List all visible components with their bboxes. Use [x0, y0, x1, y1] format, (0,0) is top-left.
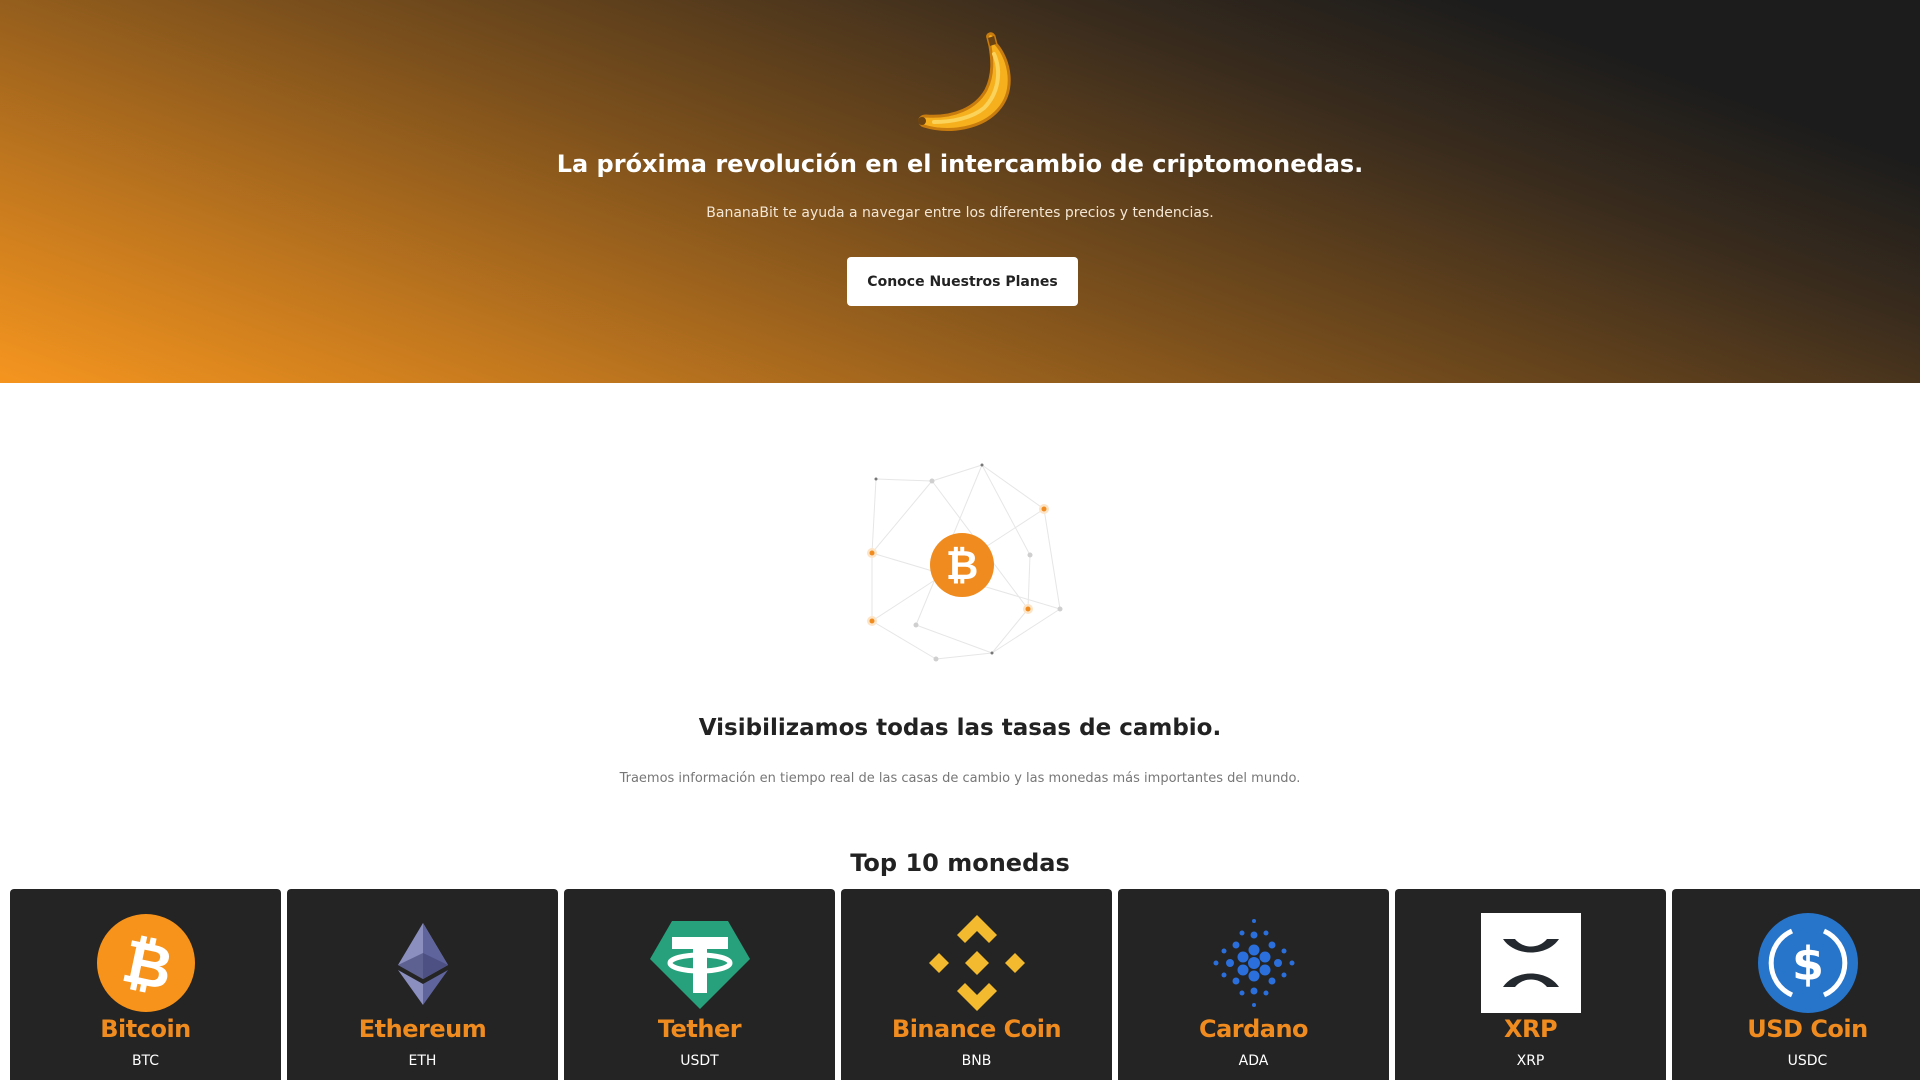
coin-name: Tether	[657, 1015, 742, 1043]
tether-icon	[650, 921, 750, 1009]
svg-text:₿: ₿	[946, 543, 979, 589]
coin-card-usd-coin[interactable]: $ USD Coin USDC	[1672, 889, 1920, 1080]
xrp-icon	[1481, 913, 1581, 1013]
coin-symbol: XRP	[1516, 1053, 1545, 1069]
plans-button[interactable]: Conoce Nuestros Planes	[847, 257, 1078, 306]
top-coins-title: Top 10 monedas	[850, 849, 1070, 877]
coin-card-bitcoin[interactable]: ₿ Bitcoin BTC	[10, 889, 281, 1080]
coin-symbol: ETH	[408, 1053, 437, 1069]
hero-title: La próxima revolución en el intercambio …	[556, 150, 1364, 178]
binance-icon	[929, 915, 1025, 1011]
coin-symbol: BNB	[961, 1053, 992, 1069]
usdc-icon: $	[1758, 913, 1858, 1013]
coin-name: Ethereum	[358, 1015, 487, 1043]
coin-symbol: USDC	[1787, 1053, 1828, 1069]
bitcoin-network-icon: ₿	[867, 463, 1063, 662]
coin-name: Cardano	[1198, 1015, 1309, 1043]
coin-card-xrp[interactable]: XRP XRP	[1395, 889, 1666, 1080]
coin-symbol: ADA	[1238, 1053, 1269, 1069]
coin-name: Binance Coin	[891, 1015, 1062, 1043]
hero-subtitle: BananaBit te ayuda a navegar entre los d…	[706, 205, 1214, 221]
cardano-icon	[1213, 919, 1295, 1007]
bitcoin-icon: ₿	[97, 914, 195, 1012]
coin-symbol: USDT	[680, 1053, 719, 1069]
coin-card-binance-coin[interactable]: Binance Coin BNB	[841, 889, 1112, 1080]
exchange-rates-title: Visibilizamos todas las tasas de cambio.	[698, 715, 1222, 741]
coin-name: XRP	[1503, 1015, 1558, 1043]
svg-text:$: $	[1792, 937, 1824, 991]
coin-list: ₿ Bitcoin BTC Ethereum ETH Tether USDT B…	[10, 889, 1920, 1080]
ethereum-icon	[398, 923, 448, 1005]
banana-icon	[918, 32, 1011, 131]
coin-name: USD Coin	[1747, 1015, 1868, 1043]
coin-card-tether[interactable]: Tether USDT	[564, 889, 835, 1080]
coin-card-cardano[interactable]: Cardano ADA	[1118, 889, 1389, 1080]
coin-card-ethereum[interactable]: Ethereum ETH	[287, 889, 558, 1080]
exchange-rates-text: Traemos información en tiempo real de la…	[619, 771, 1301, 786]
coin-symbol: BTC	[131, 1053, 160, 1069]
hero-banner: La próxima revolución en el intercambio …	[0, 0, 1920, 383]
coin-name: Bitcoin	[100, 1015, 191, 1043]
